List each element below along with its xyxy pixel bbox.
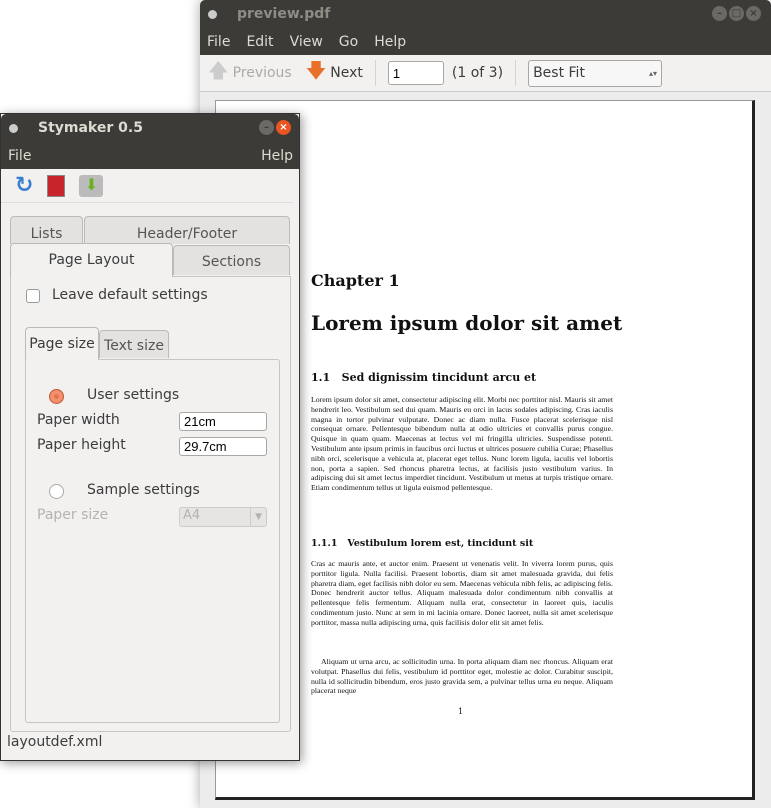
subsection-heading: 1.1.1 Vestibulum lorem est, tincidunt si… <box>311 538 534 549</box>
page-number: 1 <box>458 707 464 716</box>
page-size-panel: User settings Paper width Paper height S… <box>25 359 280 723</box>
page-number-input[interactable] <box>387 61 444 85</box>
next-button[interactable]: 🡇 Next <box>306 56 363 90</box>
page-count: (1 of 3) <box>451 65 504 81</box>
paper-width-label: Paper width <box>37 412 120 428</box>
sample-settings-radio[interactable] <box>49 484 64 499</box>
previous-button[interactable]: 🡅 Previous <box>208 56 292 90</box>
leave-default-label: Leave default settings <box>52 287 208 303</box>
arrow-up-icon: 🡅 <box>208 58 229 82</box>
page-layout-panel: Leave default settings Page size Text si… <box>10 276 291 732</box>
paper-width-input[interactable] <box>179 412 267 431</box>
paper-size-select[interactable]: A4 ▼ <box>179 507 267 527</box>
title-bar: preview.pdf – □ × <box>200 0 771 28</box>
user-settings-radio[interactable] <box>49 389 64 404</box>
paragraph: Aliquam ut urna arcu, ac sollicitudin ur… <box>311 657 613 696</box>
menu-file[interactable]: File <box>8 148 31 164</box>
menu-help[interactable]: Help <box>374 34 406 50</box>
chapter-title: Lorem ipsum dolor sit amet <box>311 311 623 335</box>
menu-go[interactable]: Go <box>339 34 358 50</box>
menu-file[interactable]: File <box>207 34 230 50</box>
paper-height-label: Paper height <box>37 437 126 453</box>
paragraph: Cras ac mauris ante, et auctor enim. Pra… <box>311 559 613 627</box>
menu-bar: File Help <box>1 142 299 169</box>
minimize-button[interactable]: – <box>259 120 274 135</box>
section-heading: 1.1 Sed dignissim tincidunt arcu et <box>311 371 537 384</box>
spinner-icon: ▴▾ <box>649 68 658 78</box>
paper-size-label: Paper size <box>37 507 109 523</box>
pdf-icon[interactable] <box>47 174 66 197</box>
minimize-button[interactable]: – <box>712 6 727 21</box>
app-icon <box>208 9 217 19</box>
window-title: preview.pdf <box>237 6 331 22</box>
status-bar: layoutdef.xml <box>7 734 103 750</box>
close-button[interactable]: × <box>276 120 291 135</box>
tab-lists[interactable]: Lists <box>10 216 83 244</box>
tab-page-layout[interactable]: Page Layout <box>10 243 173 277</box>
refresh-icon[interactable]: ↻ <box>15 173 33 198</box>
tab-text-size[interactable]: Text size <box>99 330 169 358</box>
title-bar: Stymaker 0.5 – × <box>1 114 299 142</box>
sample-settings-label: Sample settings <box>87 482 200 498</box>
toolbar: 🡅Previous 🡇Next (1 of 3) Best Fit▴▾ <box>200 55 771 92</box>
maximize-button[interactable]: □ <box>729 6 744 21</box>
save-download-icon[interactable]: ⬇ <box>79 174 104 197</box>
menu-help[interactable]: Help <box>261 148 293 164</box>
close-button[interactable]: × <box>746 6 761 21</box>
dropdown-arrow-icon: ▼ <box>250 508 266 526</box>
arrow-down-icon: 🡇 <box>305 58 327 82</box>
app-icon <box>9 123 18 133</box>
paper-height-input[interactable] <box>179 437 267 456</box>
chapter-label: Chapter 1 <box>311 271 400 290</box>
stymaker-window: Stymaker 0.5 – × File Help ↻ ⬇ Lists Heade… <box>0 113 300 761</box>
tab-sections[interactable]: Sections <box>173 245 290 275</box>
zoom-select[interactable]: Best Fit ▴▾ <box>528 59 663 87</box>
menu-view[interactable]: View <box>290 34 323 50</box>
paragraph: Lorem ipsum dolor sit amet, consectetur … <box>311 395 613 493</box>
menu-bar: File Edit View Go Help <box>200 28 771 55</box>
menu-edit[interactable]: Edit <box>246 34 273 50</box>
tab-page-size[interactable]: Page size <box>25 327 99 360</box>
leave-default-checkbox[interactable] <box>26 289 40 303</box>
user-settings-label: User settings <box>87 387 180 403</box>
window-title: Stymaker 0.5 <box>38 120 143 136</box>
tab-header-footer[interactable]: Header/Footer <box>84 216 290 244</box>
